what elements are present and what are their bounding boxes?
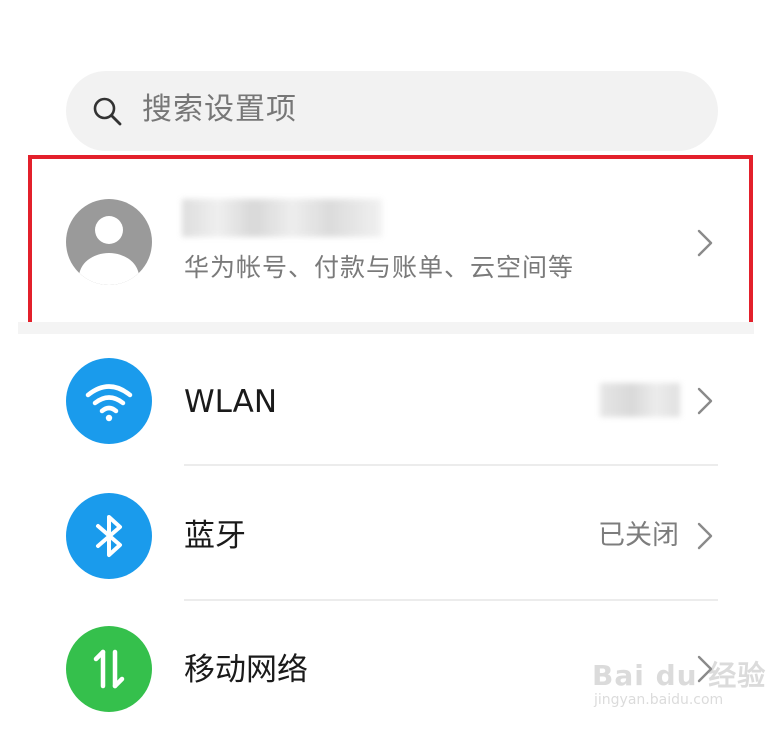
watermark: Bai du 经验 jingyan.baidu.com [592, 648, 765, 718]
settings-screen: 搜索设置项 华为帐号、付款与账单、云空间等 WLAN 蓝牙 已关闭 移动网络 B… [0, 0, 772, 729]
wlan-status-redacted [600, 383, 680, 417]
row-divider [184, 464, 718, 466]
account-subtitle: 华为帐号、付款与账单、云空间等 [184, 253, 575, 282]
wlan-label: WLAN [184, 384, 278, 420]
wifi-icon [66, 358, 152, 444]
bluetooth-icon [66, 493, 152, 579]
avatar [66, 199, 152, 285]
bluetooth-status: 已关闭 [598, 520, 679, 551]
bluetooth-label: 蓝牙 [184, 518, 246, 554]
row-divider [184, 599, 718, 601]
account-name-redacted [182, 199, 382, 237]
section-divider [18, 322, 754, 334]
chevron-right-icon [694, 521, 716, 551]
mobile-data-icon [66, 626, 152, 712]
search-bar[interactable]: 搜索设置项 [66, 71, 718, 151]
watermark-url: jingyan.baidu.com [594, 692, 724, 708]
chevron-right-icon [694, 386, 716, 416]
mobile-network-label: 移动网络 [184, 652, 308, 688]
watermark-logo: Bai du 经验 [592, 659, 767, 692]
chevron-right-icon [694, 228, 716, 258]
search-placeholder: 搜索设置项 [142, 92, 297, 127]
search-icon [92, 96, 122, 126]
